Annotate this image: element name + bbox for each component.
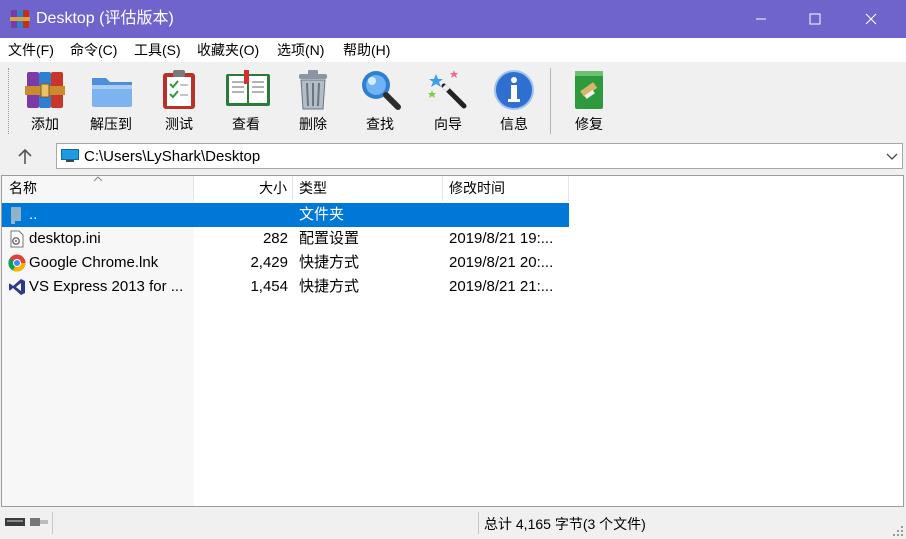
column-type-label: 类型 [299,180,327,196]
maximize-icon [809,13,821,25]
repair-icon [575,71,603,109]
title-bar[interactable]: Desktop (评估版本) [0,0,906,38]
file-type: 文件夹 [299,206,345,223]
wizard-label: 向导 [434,116,462,132]
up-folder-button[interactable] [14,146,36,168]
file-type: 配置设置 [299,230,360,247]
wizard-button[interactable]: 向导 [418,62,478,138]
file-name: .. [29,206,38,223]
view-label: 查看 [232,116,260,132]
file-name: VS Express 2013 for ... [29,278,184,295]
repair-button[interactable]: 修复 [559,62,619,138]
toolbar-grip[interactable] [8,68,12,134]
window-title: Desktop (评估版本) [36,10,174,27]
sort-ascending-icon [93,176,103,182]
delete-label: 删除 [299,116,327,132]
menu-tools[interactable]: 工具(S) [134,41,181,59]
file-modified: 2019/8/21 20:... [449,254,554,271]
info-button[interactable]: 信息 [484,62,544,138]
file-size: 282 [262,230,288,247]
test-button[interactable]: 测试 [149,62,209,138]
menu-help[interactable]: 帮助(H) [343,41,390,59]
address-row: C:\Users\LyShark\Desktop [0,140,906,174]
menu-options[interactable]: 选项(N) [277,41,324,59]
file-row-vs-express[interactable]: VS Express 2013 for ... 1,454 快捷方式 2019/… [2,275,569,299]
menu-bar: 文件(F) 命令(C) 工具(S) 收藏夹(O) 选项(N) 帮助(H) [0,38,906,62]
extract-to-label: 解压到 [90,116,132,132]
info-label: 信息 [500,116,528,132]
drive-status-icon[interactable] [4,514,50,530]
column-header-modified[interactable]: 修改时间 [443,176,569,201]
test-clipboard-icon [163,70,195,109]
visual-studio-icon [9,279,25,295]
resize-grip-icon[interactable] [892,525,904,537]
winrar-window: Desktop (评估版本) 文件(F) 命令(C) 工具(S) 收藏夹(O) … [0,0,906,539]
chrome-icon [8,254,26,272]
view-button[interactable]: 查看 [216,62,276,138]
address-path: C:\Users\LyShark\Desktop [84,148,261,165]
file-type: 快捷方式 [299,254,360,271]
status-divider [478,512,479,534]
test-label: 测试 [165,116,193,132]
find-magnifier-icon [362,71,401,110]
file-type: 快捷方式 [299,278,360,295]
chevron-down-icon[interactable] [886,150,898,162]
maximize-button[interactable] [792,0,838,38]
column-header-type[interactable]: 类型 [293,176,443,201]
minimize-button[interactable] [738,0,784,38]
column-header-name[interactable]: 名称 [2,176,194,201]
find-button[interactable]: 查找 [350,62,410,138]
toolbar-separator [550,68,551,134]
column-size-label: 大小 [259,180,287,196]
status-bar: 总计 4,165 字节(3 个文件) [0,508,906,539]
drive-icon [61,149,79,162]
wizard-wand-icon [428,70,467,109]
arrow-up-icon [18,148,32,164]
column-modified-label: 修改时间 [449,180,505,196]
menu-favorites[interactable]: 收藏夹(O) [197,41,259,59]
status-divider [52,512,53,534]
file-modified: 2019/8/21 19:... [449,230,554,247]
file-name: Google Chrome.lnk [29,254,159,271]
ini-file-icon [10,230,24,248]
find-label: 查找 [366,116,394,132]
trash-icon [299,70,327,110]
delete-button[interactable]: 删除 [283,62,343,138]
info-icon [494,70,534,110]
extract-folder-icon [92,78,132,107]
parent-folder-icon [11,207,21,224]
file-row-desktop-ini[interactable]: desktop.ini 282 配置设置 2019/8/21 19:... [2,227,569,251]
column-name-label: 名称 [9,180,37,196]
status-summary: 总计 4,165 字节(3 个文件) [484,516,646,532]
file-modified: 2019/8/21 21:... [449,278,554,295]
menu-commands[interactable]: 命令(C) [70,41,117,59]
winrar-app-icon[interactable] [10,9,30,29]
minimize-icon [756,18,766,20]
extract-to-button[interactable]: 解压到 [81,62,141,138]
file-name: desktop.ini [29,230,101,247]
repair-label: 修复 [575,116,603,132]
add-button[interactable]: 添加 [15,62,75,138]
menu-file[interactable]: 文件(F) [8,41,54,59]
close-icon [865,13,877,25]
close-button[interactable] [848,0,894,38]
file-row-chrome-lnk[interactable]: Google Chrome.lnk 2,429 快捷方式 2019/8/21 2… [2,251,569,275]
file-list[interactable]: 名称 大小 类型 修改时间 .. 文件夹 desktop.ini 282 配置设… [1,175,904,507]
address-field[interactable]: C:\Users\LyShark\Desktop [56,143,903,169]
file-size: 1,454 [250,278,288,295]
toolbar: 添加 解压到 测试 查看 删除 查找 向导 信息 修复 [0,62,906,140]
file-size: 2,429 [250,254,288,271]
file-row-parent[interactable]: .. 文件夹 [2,203,569,227]
column-header-size[interactable]: 大小 [194,176,293,201]
archive-add-icon [25,72,65,108]
add-label: 添加 [31,116,59,132]
view-book-icon [226,70,270,106]
